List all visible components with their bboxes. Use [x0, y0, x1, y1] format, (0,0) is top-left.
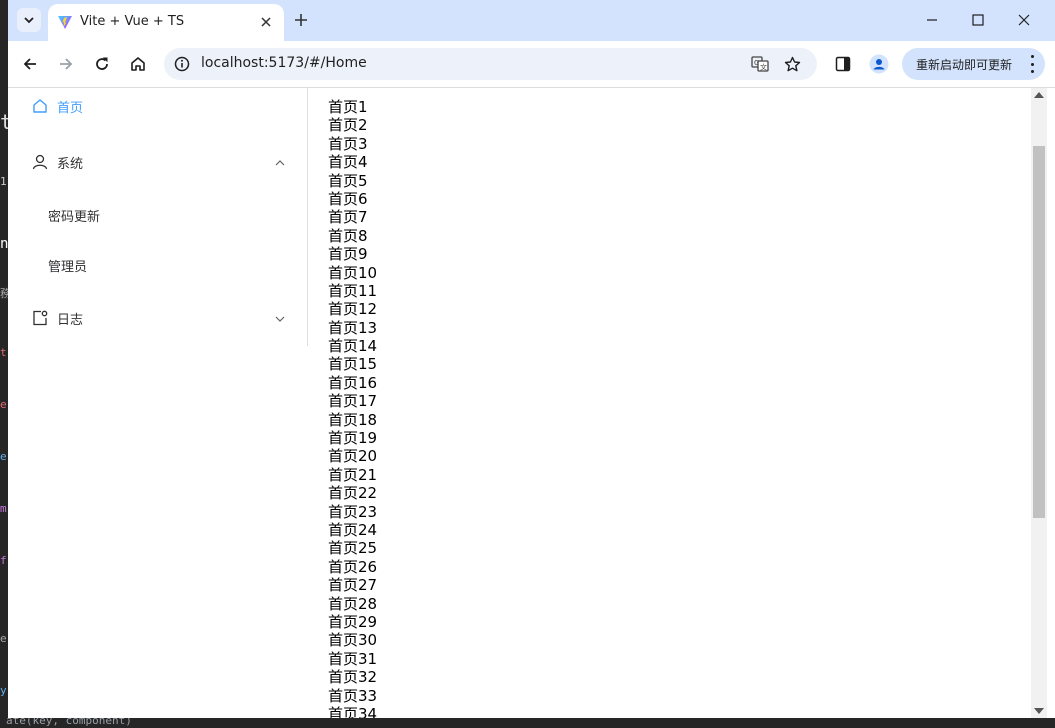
close-icon: [261, 17, 271, 27]
chevron-down-icon: [24, 17, 34, 24]
page-scrollbar[interactable]: [1031, 88, 1047, 718]
browser-window: Vite + Vue + TS localhost:5173/#/Home G …: [8, 0, 1055, 718]
minimize-icon: [927, 19, 937, 21]
star-icon: [784, 56, 800, 71]
list-item: 首页17: [328, 392, 378, 411]
active-tab[interactable]: Vite + Vue + TS: [48, 4, 284, 41]
maximize-button[interactable]: [955, 6, 1001, 34]
reload-button[interactable]: [88, 50, 116, 78]
info-icon: [174, 56, 190, 72]
sidebar-subitem-admin[interactable]: 管理员: [8, 240, 307, 290]
sidebar-subitem-label: 管理员: [48, 260, 88, 275]
list-item: 首页21: [328, 465, 378, 484]
more-options-icon[interactable]: [1027, 55, 1037, 73]
avatar-icon: [869, 54, 889, 74]
sidebar-item-system[interactable]: 系统: [8, 134, 307, 190]
sidebar-subitem-label: 密码更新: [48, 210, 101, 225]
update-label: 重新启动即可更新: [916, 58, 1013, 72]
background-editor: t 1 n 務 t e e m f e y: [0, 0, 12, 728]
arrow-left-icon: [23, 58, 36, 70]
tab-title: Vite + Vue + TS: [80, 14, 185, 29]
page-content: 首页 系统 密码更新 管理员 日志 首页1 首页2 首页3 首页4 首页5 首页6 首页7 首…: [8, 88, 1055, 718]
new-tab-button[interactable]: [290, 9, 312, 31]
home-content-list: 首页1 首页2 首页3 首页4 首页5 首页6 首页7 首页8 首页9 首页10 首页11 首页12 首…: [328, 98, 1028, 718]
address-bar[interactable]: localhost:5173/#/Home G文: [164, 48, 817, 80]
list-item: 首页14: [328, 337, 378, 356]
home-icon: [33, 99, 47, 113]
home-icon: [131, 57, 145, 71]
bookmark-button[interactable]: [782, 54, 802, 74]
chevron-down-icon: [275, 316, 285, 322]
background-editor-bottom: ate(key, component): [0, 714, 1055, 728]
sidebar-item-log[interactable]: 日志: [8, 290, 307, 346]
plus-icon: [295, 14, 307, 26]
list-item: 首页25: [328, 539, 378, 558]
list-item: 首页34: [328, 704, 378, 718]
home-button[interactable]: [124, 50, 152, 78]
sidebar-item-label: 首页: [57, 101, 84, 116]
tab-close-button[interactable]: [256, 12, 276, 32]
list-item: 首页32: [328, 668, 378, 687]
list-item: 首页18: [328, 410, 378, 429]
window-close-button[interactable]: [1001, 6, 1047, 34]
sidebar-item-home[interactable]: 首页: [8, 78, 307, 134]
side-panel-button[interactable]: [829, 50, 857, 78]
tab-search-button[interactable]: [17, 8, 41, 32]
list-item: 首页10: [328, 263, 378, 282]
sidebar-menu: 首页 系统 密码更新 管理员 日志: [8, 88, 308, 346]
list-item: 首页2: [328, 116, 368, 135]
maximize-icon: [972, 14, 984, 26]
list-item: 首页19: [328, 429, 378, 448]
profile-button[interactable]: [865, 50, 893, 78]
site-info-button[interactable]: [172, 54, 192, 74]
update-button[interactable]: 重新启动即可更新: [902, 48, 1045, 80]
close-icon: [1018, 14, 1030, 26]
chevron-up-icon: [275, 160, 285, 166]
list-item: 首页11: [328, 281, 378, 300]
list-item: 首页9: [328, 245, 368, 264]
minimize-button[interactable]: [909, 6, 955, 34]
svg-text:文: 文: [760, 63, 767, 72]
scroll-up-arrow-icon[interactable]: [1034, 92, 1044, 98]
list-item: 首页12: [328, 300, 378, 319]
list-item: 首页24: [328, 520, 378, 539]
vite-logo-icon: [58, 16, 72, 29]
list-item: 首页6: [328, 189, 368, 208]
list-item: 首页22: [328, 484, 378, 503]
reload-icon: [96, 57, 108, 70]
sidebar-subitem-password-update[interactable]: 密码更新: [8, 190, 307, 240]
back-button[interactable]: [16, 50, 44, 78]
scrollbar-thumb[interactable]: [1033, 146, 1045, 518]
arrow-right-icon: [60, 58, 73, 70]
list-item: 首页31: [328, 649, 378, 668]
list-item: 首页29: [328, 612, 378, 631]
sidebar-item-label: 日志: [57, 313, 84, 328]
scroll-down-arrow-icon[interactable]: [1034, 708, 1044, 714]
list-item: 首页26: [328, 557, 378, 576]
list-item: 首页30: [328, 631, 378, 650]
list-item: 首页20: [328, 447, 378, 466]
list-item: 首页16: [328, 373, 378, 392]
list-item: 首页5: [328, 171, 368, 190]
list-item: 首页15: [328, 355, 378, 374]
user-icon: [32, 154, 48, 170]
list-item: 首页27: [328, 576, 378, 595]
list-item: 首页3: [328, 134, 368, 153]
list-item: 首页23: [328, 502, 378, 521]
tab-strip: Vite + Vue + TS: [8, 0, 1055, 41]
list-item: 首页7: [328, 208, 368, 227]
url-text: localhost:5173/#/Home: [201, 55, 367, 71]
list-item: 首页33: [328, 686, 378, 705]
sidebar-item-label: 系统: [57, 157, 84, 172]
translate-icon: G文: [751, 56, 769, 72]
list-item: 首页13: [328, 318, 378, 337]
list-item: 首页28: [328, 594, 378, 613]
translate-button[interactable]: G文: [750, 54, 770, 74]
forward-button[interactable]: [52, 50, 80, 78]
list-item: 首页4: [328, 153, 368, 172]
log-icon: [33, 310, 48, 326]
list-item: 首页1: [328, 98, 368, 116]
side-panel-icon: [835, 56, 851, 72]
list-item: 首页8: [328, 226, 368, 245]
